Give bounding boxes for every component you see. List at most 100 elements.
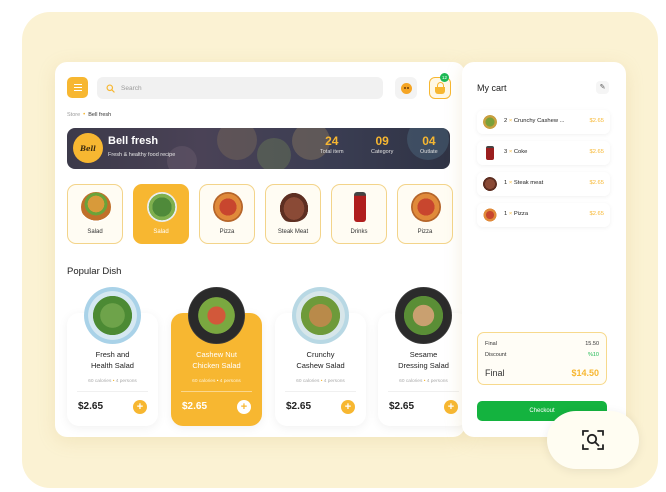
category-label: Steak Meat <box>277 229 309 235</box>
add-to-cart-button[interactable]: + <box>237 400 251 414</box>
cart-item-qty-name: 2 × Crunchy Cashew ... <box>504 118 565 124</box>
category-label: Pizza <box>219 229 235 235</box>
divider <box>388 391 459 392</box>
salad-icon <box>147 192 177 222</box>
avatar-face-icon <box>400 82 412 94</box>
stage: 12 Store • Bell fresh Bell Bell fresh Fr… <box>0 0 666 492</box>
steak-thumb-icon <box>483 177 497 191</box>
store-banner: Bell Bell fresh Fresh & healthy food rec… <box>67 128 450 169</box>
edit-pencil-icon[interactable]: ✎ <box>596 81 609 94</box>
summary-final-row: Final 15.50 <box>485 341 599 347</box>
summary-value: %10 <box>587 352 599 358</box>
burger-icon <box>81 192 111 222</box>
popular-dish-list: Fresh and Health Salad 60 calories • 4 pe… <box>67 287 469 428</box>
dish-meta: 60 calories • 4 persons <box>192 379 241 384</box>
dish-card-active[interactable]: Cashew Nut Chicken Salad 60 calories • 4 … <box>171 287 262 426</box>
dish-card[interactable]: Fresh and Health Salad 60 calories • 4 pe… <box>67 287 158 426</box>
dish-meta: 60 calories • 4 persons <box>399 379 448 384</box>
category-label: Pizza <box>417 229 433 235</box>
summary-total-value: $14.50 <box>571 368 599 378</box>
pizza-icon <box>213 192 243 222</box>
menu-button[interactable] <box>67 77 88 98</box>
hamburger-icon <box>73 84 82 91</box>
chicken-salad-plate-image <box>188 287 245 344</box>
stat-label: Category <box>371 149 394 155</box>
salad-thumb-icon <box>483 115 497 129</box>
divider <box>77 391 148 392</box>
cart-item[interactable]: 2 × Crunchy Cashew ... $2.65 <box>477 110 610 134</box>
cart-item-price: $2.65 <box>589 118 604 124</box>
category-list: Salad Salad Pizza Steak Meat Drinks Pizz… <box>67 184 453 244</box>
basket-icon <box>435 81 445 94</box>
dish-price: $2.65 <box>78 401 104 412</box>
banner-food-image <box>217 128 257 160</box>
cola-icon <box>354 192 366 222</box>
add-to-cart-button[interactable]: + <box>133 400 147 414</box>
cart-item[interactable]: 1 × Steak meat $2.65 <box>477 172 610 196</box>
steak-icon <box>279 192 309 222</box>
summary-label: Final <box>485 341 497 347</box>
stat-value: 09 <box>375 134 389 148</box>
dish-name: Crunchy Cashew Salad <box>296 350 345 370</box>
cart-title: My cart <box>477 83 507 93</box>
dish-name: Cashew Nut Chicken Salad <box>192 350 241 370</box>
cart-item[interactable]: 3 × Coke $2.65 <box>477 141 610 165</box>
dish-meta: 60 calories • 4 persons <box>88 379 137 384</box>
summary-discount-row: Discount %10 <box>485 352 599 358</box>
stat-label: Total item <box>320 149 344 155</box>
dish-name: Fresh and Health Salad <box>91 350 134 370</box>
cart-item-price: $2.65 <box>589 180 604 186</box>
salad-plate-image <box>84 287 141 344</box>
stat-label: Outlate <box>420 149 438 155</box>
category-label: Salad <box>153 229 169 235</box>
search-input[interactable] <box>121 84 361 92</box>
cart-item-qty-name: 1 × Pizza <box>504 211 529 217</box>
banner-food-image <box>257 138 291 169</box>
banner-title: Bell fresh <box>108 135 159 147</box>
search-icon <box>106 83 115 93</box>
search-bar[interactable] <box>97 77 383 99</box>
category-salad[interactable]: Salad <box>67 184 123 244</box>
breadcrumb-current: Bell fresh <box>88 112 112 118</box>
banner-subtitle: Fresh & healthy food recipe <box>108 152 176 158</box>
cart-item[interactable]: 1 × Pizza $2.65 <box>477 203 610 227</box>
order-summary: Final 15.50 Discount %10 Final $14.50 <box>477 332 607 385</box>
stat-category: 09 Category <box>371 134 393 155</box>
summary-label: Discount <box>485 352 507 358</box>
cart-item-price: $2.65 <box>589 211 604 217</box>
category-steak-meat[interactable]: Steak Meat <box>265 184 321 244</box>
summary-total-row: Final $14.50 <box>485 368 599 378</box>
dish-price: $2.65 <box>286 401 312 412</box>
category-drinks[interactable]: Drinks <box>331 184 387 244</box>
image-search-icon <box>582 430 604 450</box>
cart-panel: My cart ✎ 2 × Crunchy Cashew ... $2.65 3… <box>462 62 626 437</box>
sesame-salad-plate-image <box>395 287 452 344</box>
divider <box>181 391 252 392</box>
dish-price: $2.65 <box>182 401 208 412</box>
cola-thumb-icon <box>486 146 494 160</box>
add-to-cart-button[interactable]: + <box>444 400 458 414</box>
breadcrumb-root[interactable]: Store <box>67 112 80 118</box>
summary-value: 15.50 <box>585 341 599 347</box>
main-panel: 12 Store • Bell fresh Bell Bell fresh Fr… <box>55 62 469 437</box>
dish-meta: 60 calories • 4 persons <box>296 379 345 384</box>
dish-name: Sesame Dressing Salad <box>398 350 449 370</box>
summary-label: Final <box>485 368 505 378</box>
category-salad-active[interactable]: Salad <box>133 184 189 244</box>
dish-price: $2.65 <box>389 401 415 412</box>
breadcrumb: Store • Bell fresh <box>67 112 111 118</box>
stat-value: 04 <box>422 134 436 148</box>
popular-dish-title: Popular Dish <box>67 266 122 277</box>
category-label: Salad <box>87 229 103 235</box>
category-pizza[interactable]: Pizza <box>199 184 255 244</box>
visual-search-button[interactable] <box>547 411 639 469</box>
bell-fresh-logo: Bell <box>73 133 103 163</box>
category-pizza[interactable]: Pizza <box>397 184 453 244</box>
dish-card[interactable]: Crunchy Cashew Salad 60 calories • 4 pers… <box>275 287 366 426</box>
stat-outlate: 04 Outlate <box>420 134 438 155</box>
profile-avatar-button[interactable] <box>395 77 417 99</box>
stat-value: 24 <box>325 134 339 148</box>
dish-card[interactable]: Sesame Dressing Salad 60 calories • 4 per… <box>378 287 469 426</box>
add-to-cart-button[interactable]: + <box>341 400 355 414</box>
cart-item-qty-name: 1 × Steak meat <box>504 180 544 186</box>
